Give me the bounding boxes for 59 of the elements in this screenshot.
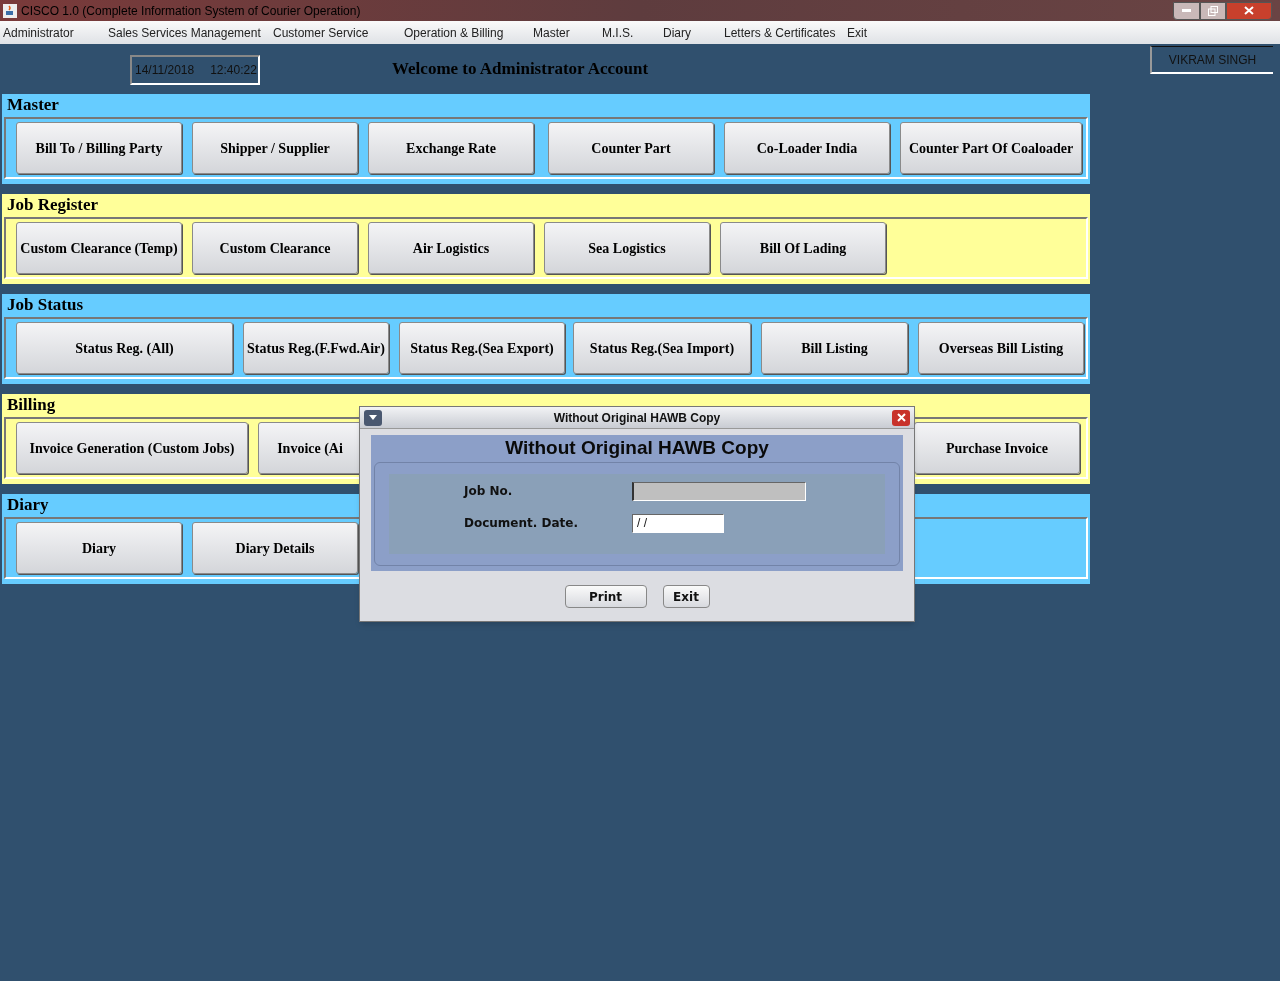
menu-item[interactable]: Customer Service — [273, 23, 369, 42]
nav-button[interactable]: Invoice (Ai — [258, 422, 362, 474]
dialog-button[interactable]: Print — [564, 585, 647, 608]
menu-item[interactable]: Exit — [847, 23, 867, 42]
nav-button[interactable]: Status Reg.(Sea Import) — [573, 322, 751, 374]
nav-button[interactable]: Co-Loader India — [724, 122, 890, 174]
nav-button[interactable]: Diary — [16, 522, 182, 574]
menu-item[interactable]: Diary — [663, 23, 691, 42]
form-heading: Without Original HAWB Copy — [505, 437, 769, 459]
menu-item[interactable]: M.I.S. — [602, 23, 634, 42]
nav-button[interactable]: Bill Of Lading — [720, 222, 886, 274]
nav-button[interactable]: Sea Logistics — [544, 222, 710, 274]
nav-button[interactable]: Invoice Generation (Custom Jobs) — [16, 422, 248, 474]
menu-item[interactable]: Letters & Certificates — [724, 23, 836, 42]
field-label: Job No. — [464, 483, 514, 500]
section-title: Diary — [6, 494, 49, 516]
field-label: Document. Date. — [464, 515, 579, 532]
menu-item[interactable]: Sales Services Management — [108, 23, 261, 42]
menu-button[interactable] — [364, 409, 382, 426]
section-title: Master — [6, 94, 59, 116]
nav-button[interactable]: Air Logistics — [368, 222, 534, 274]
close-icon — [1244, 6, 1254, 15]
menu-item[interactable]: Administrator — [3, 23, 74, 42]
minimize-icon — [1182, 9, 1191, 12]
nav-button[interactable]: Custom Clearance — [192, 222, 358, 274]
nav-button[interactable]: Status Reg.(F.Fwd.Air) — [243, 322, 389, 374]
nav-button[interactable]: Shipper / Supplier — [192, 122, 358, 174]
section-title: Job Status — [6, 294, 84, 316]
text-field[interactable]: / / — [632, 513, 724, 533]
down-triangle-icon — [369, 415, 377, 420]
nav-button[interactable]: Status Reg. (All) — [16, 322, 233, 374]
nav-button[interactable]: Overseas Bill Listing — [918, 322, 1084, 374]
nav-button[interactable]: Bill Listing — [761, 322, 908, 374]
welcome-heading: Welcome to Administrator Account — [392, 58, 649, 80]
nav-button[interactable]: Status Reg.(Sea Export) — [399, 322, 565, 374]
section-title: Billing — [6, 394, 56, 416]
menu-item[interactable]: Master — [533, 23, 570, 42]
nav-button[interactable]: Bill To / Billing Party — [16, 122, 182, 174]
close-icon — [896, 413, 906, 422]
window-title: CISCO 1.0 (Complete Information System of Courier Operation) — [21, 2, 361, 20]
time-text: 12:40:22 — [210, 62, 257, 79]
dialog-title: Without Original HAWB Copy — [553, 409, 721, 427]
nav-button[interactable]: Diary Details — [192, 522, 358, 574]
nav-button[interactable]: Counter Part — [548, 122, 714, 174]
cup-icon — [3, 3, 17, 18]
dialog-button[interactable]: Exit — [662, 585, 710, 608]
restore-button[interactable] — [1200, 1, 1226, 20]
nav-button[interactable]: Counter Part Of Coaloader — [900, 122, 1082, 174]
nav-button[interactable]: Custom Clearance (Temp) — [16, 222, 182, 274]
nav-button[interactable]: Exchange Rate — [368, 122, 534, 174]
restore-icon — [1208, 5, 1218, 16]
date-text: 14/11/2018 — [135, 62, 195, 79]
close-button[interactable] — [892, 409, 910, 426]
close-button[interactable] — [1226, 1, 1272, 20]
section-title: Job Register — [6, 194, 99, 216]
minimize-button[interactable] — [1173, 1, 1200, 20]
menu-item[interactable]: Operation & Billing — [404, 23, 504, 42]
nav-button[interactable]: Purchase Invoice — [914, 422, 1080, 474]
user-name: VIKRAM SINGH — [1150, 46, 1273, 74]
